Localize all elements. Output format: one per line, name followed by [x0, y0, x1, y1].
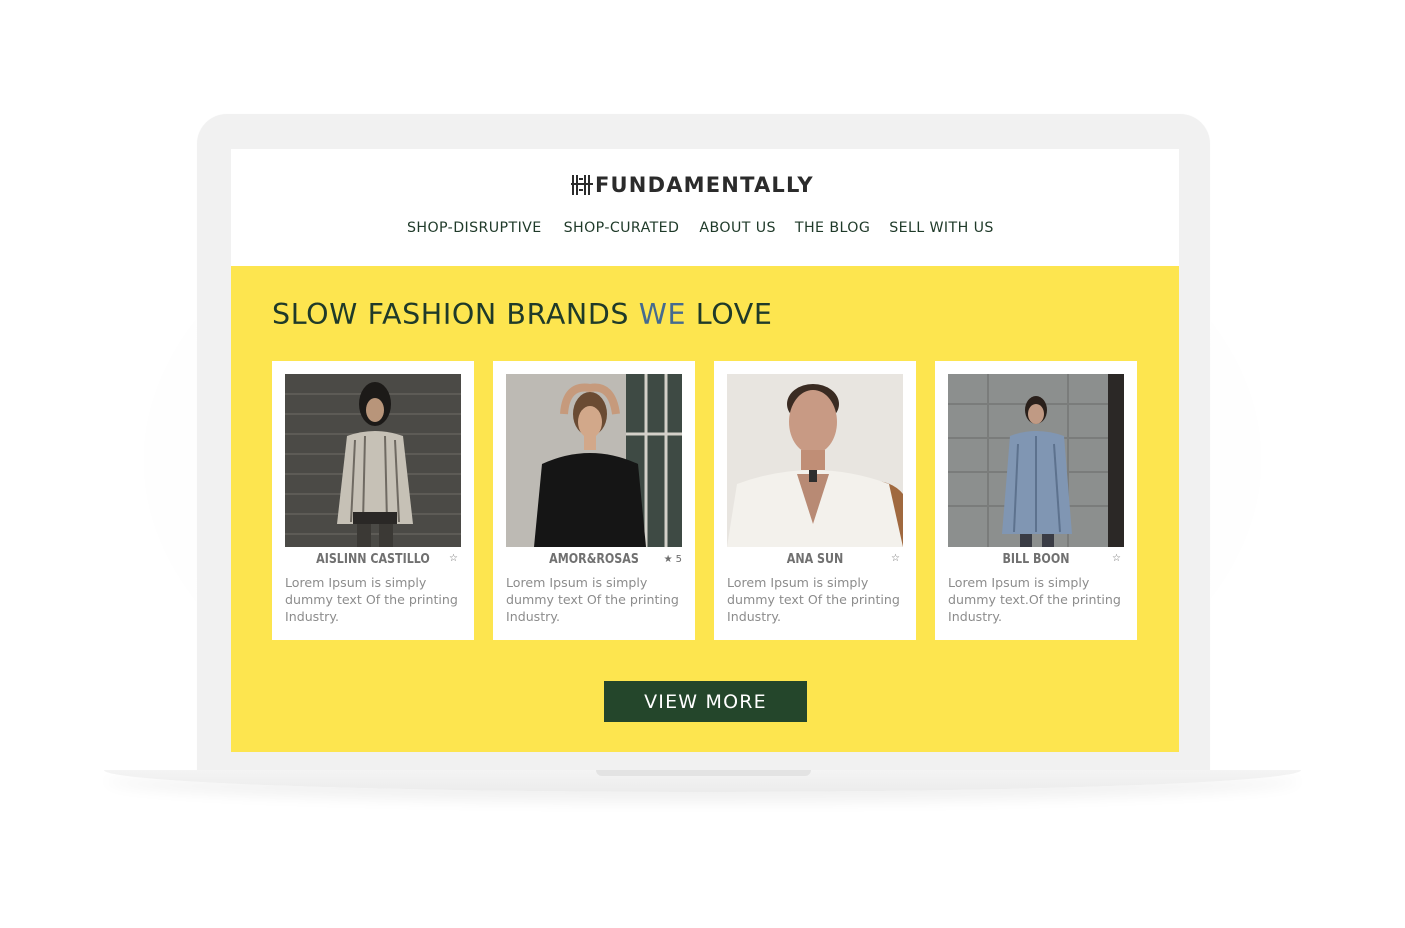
brand-name[interactable]: BILL BOON — [964, 551, 1108, 567]
section-title: SLOW FASHION BRANDS WE LOVE — [272, 298, 773, 331]
logo[interactable]: FUNDAMENTALLY — [571, 173, 814, 197]
brands-section: SLOW FASHION BRANDS WE LOVE AISLINN CAST… — [231, 266, 1179, 752]
brand-description: Lorem Ipsum is simply dummy text Of the … — [285, 575, 458, 624]
site-header: FUNDAMENTALLY SHOP-DISRUPTIVE SHOP-CURAT… — [231, 149, 1179, 266]
brand-card-amor-rosas[interactable]: AMOR&ROSAS ★ 5 Lorem Ipsum is simply dum… — [493, 361, 695, 640]
brand-card-bill-boon[interactable]: BILL BOON ☆ Lorem Ipsum is simply dummy … — [935, 361, 1137, 640]
title-accent: WE — [638, 298, 687, 331]
star-filled-icon[interactable]: ★ — [664, 554, 673, 565]
rating[interactable]: ☆ — [449, 554, 461, 564]
laptop-screen: FUNDAMENTALLY SHOP-DISRUPTIVE SHOP-CURAT… — [231, 149, 1179, 752]
star-outline-icon[interactable]: ☆ — [449, 554, 458, 564]
title-part-2: LOVE — [686, 298, 773, 331]
nav-shop-curated[interactable]: SHOP-CURATED — [564, 220, 680, 236]
fundamentally-logo-icon — [571, 175, 593, 195]
brand-photo[interactable] — [506, 374, 682, 547]
brand-photo[interactable] — [948, 374, 1124, 547]
brand-photo[interactable] — [285, 374, 461, 547]
main-nav: SHOP-DISRUPTIVE SHOP-CURATED ABOUT US TH… — [407, 218, 994, 238]
title-part-1: SLOW FASHION BRANDS — [272, 298, 639, 331]
brand-photo[interactable] — [727, 374, 903, 547]
logo-text: FUNDAMENTALLY — [595, 173, 814, 197]
view-more-button[interactable]: VIEW MORE — [604, 681, 807, 722]
rating[interactable]: ☆ — [891, 554, 903, 564]
nav-the-blog[interactable]: THE BLOG — [795, 220, 870, 236]
nav-shop-disruptive[interactable]: SHOP-DISRUPTIVE — [407, 220, 542, 236]
nav-sell-with-us[interactable]: SELL WITH US — [889, 220, 994, 236]
brand-description: Lorem Ipsum is simply dummy text Of the … — [727, 575, 900, 624]
rating[interactable]: ☆ — [1112, 554, 1124, 564]
brand-card-ana-sun[interactable]: ANA SUN ☆ Lorem Ipsum is simply dummy te… — [714, 361, 916, 640]
brand-photo-image — [727, 374, 903, 547]
brand-description: Lorem Ipsum is simply dummy text.Of the … — [948, 575, 1121, 624]
brand-description: Lorem Ipsum is simply dummy text Of the … — [506, 575, 679, 624]
star-outline-icon[interactable]: ☆ — [891, 554, 900, 564]
laptop-notch — [596, 770, 811, 776]
brand-name[interactable]: AMOR&ROSAS — [522, 551, 666, 567]
brand-photo-image — [285, 374, 461, 547]
brand-photo-image — [506, 374, 682, 547]
rating-count: 5 — [675, 554, 682, 565]
brand-photo-image — [948, 374, 1124, 547]
brand-name[interactable]: ANA SUN — [743, 551, 887, 567]
mockup-stage: FUNDAMENTALLY SHOP-DISRUPTIVE SHOP-CURAT… — [0, 0, 1405, 928]
star-outline-icon[interactable]: ☆ — [1112, 554, 1121, 564]
rating[interactable]: ★ 5 — [664, 554, 682, 565]
brand-name[interactable]: AISLINN CASTILLO — [301, 551, 445, 567]
nav-about-us[interactable]: ABOUT US — [699, 220, 776, 236]
brand-card-aislinn-castillo[interactable]: AISLINN CASTILLO ☆ Lorem Ipsum is simply… — [272, 361, 474, 640]
